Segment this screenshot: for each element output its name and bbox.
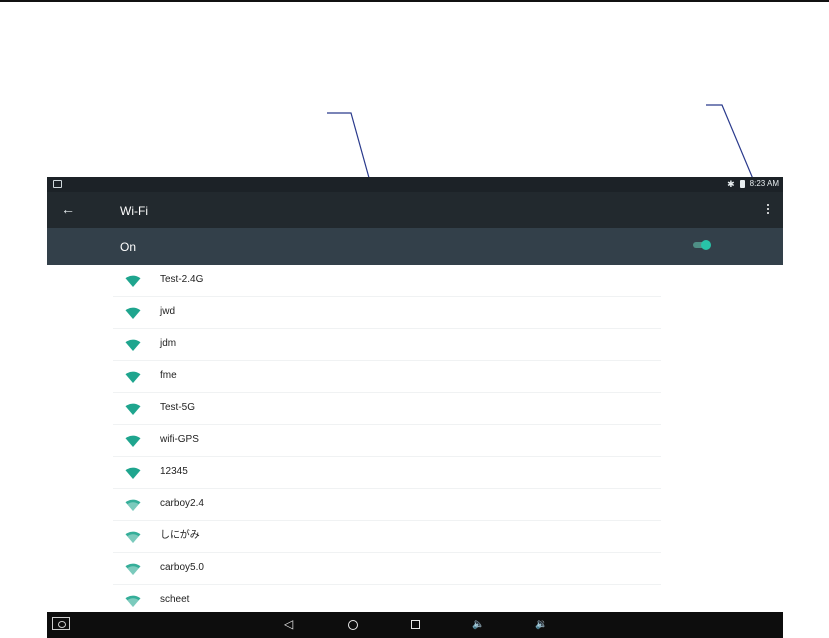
network-row[interactable]: carboy5.0 xyxy=(47,553,783,585)
recents-icon[interactable] xyxy=(411,620,420,629)
battery-icon xyxy=(739,180,745,188)
wifi-signal-icon xyxy=(125,339,141,351)
network-ssid: carboy5.0 xyxy=(160,562,204,573)
status-bar: ✱ 8:23 AM xyxy=(47,177,783,192)
network-row[interactable]: jwd xyxy=(47,297,783,329)
network-ssid: Test-2.4G xyxy=(160,274,204,285)
app-toolbar: ← Wi-Fi xyxy=(47,192,783,228)
network-ssid: しにがみ xyxy=(160,530,200,541)
status-clock: 8:23 AM xyxy=(749,179,779,188)
network-row[interactable]: jdm xyxy=(47,329,783,361)
wifi-signal-icon xyxy=(125,499,141,511)
status-icons: ✱ 8:23 AM xyxy=(727,179,779,189)
wifi-signal-icon xyxy=(125,403,141,415)
network-ssid: scheet xyxy=(160,594,190,605)
wifi-master-switch-bar[interactable]: On xyxy=(47,228,783,265)
network-row[interactable]: Test-5G xyxy=(47,393,783,425)
wifi-signal-icon xyxy=(125,307,141,319)
network-list: Test-2.4G jwd jdm fme Test-5G wifi-GPS 12345 ca… xyxy=(47,265,783,617)
network-row[interactable]: Test-2.4G xyxy=(47,265,783,297)
network-ssid: Test-5G xyxy=(160,402,196,413)
volume-down-icon[interactable]: 🔈 xyxy=(472,618,484,632)
network-ssid: wifi-GPS xyxy=(160,434,199,445)
wifi-signal-icon xyxy=(125,595,141,607)
wifi-signal-icon xyxy=(125,531,141,543)
wifi-signal-icon xyxy=(125,467,141,479)
network-row[interactable]: wifi-GPS xyxy=(47,425,783,457)
network-row[interactable]: fme xyxy=(47,361,783,393)
more-vert-icon[interactable] xyxy=(765,204,771,214)
network-ssid: fme xyxy=(160,370,177,381)
network-ssid: 12345 xyxy=(160,466,188,477)
wifi-switch-label: On xyxy=(120,240,137,254)
back-icon[interactable]: ◁ xyxy=(284,617,293,631)
volume-up-icon[interactable]: 🔉 xyxy=(535,618,547,632)
screenshot-icon[interactable] xyxy=(52,617,70,630)
network-ssid: carboy2.4 xyxy=(160,498,204,509)
tablet-screenshot: ✱ 8:23 AM ← Wi-Fi On Test-2.4G jwd jdm fme T… xyxy=(47,177,783,638)
network-row[interactable]: しにがみ xyxy=(47,521,783,553)
wifi-signal-icon xyxy=(125,275,141,287)
network-row[interactable]: 12345 xyxy=(47,457,783,489)
network-row[interactable]: carboy2.4 xyxy=(47,489,783,521)
wifi-toggle[interactable] xyxy=(693,240,711,250)
page-title: Wi-Fi xyxy=(120,204,148,218)
toggle-thumb xyxy=(701,240,711,250)
bluetooth-icon: ✱ xyxy=(727,179,735,189)
wifi-signal-icon xyxy=(125,371,141,383)
wifi-signal-icon xyxy=(125,435,141,447)
arrow-left-icon[interactable]: ← xyxy=(61,201,75,217)
navigation-bar: ◁ 🔈 🔉 xyxy=(47,612,783,638)
home-icon[interactable] xyxy=(348,620,358,630)
network-ssid: jwd xyxy=(160,306,176,317)
wifi-signal-icon xyxy=(125,563,141,575)
notification-icon xyxy=(53,180,62,188)
network-ssid: jdm xyxy=(160,338,177,349)
